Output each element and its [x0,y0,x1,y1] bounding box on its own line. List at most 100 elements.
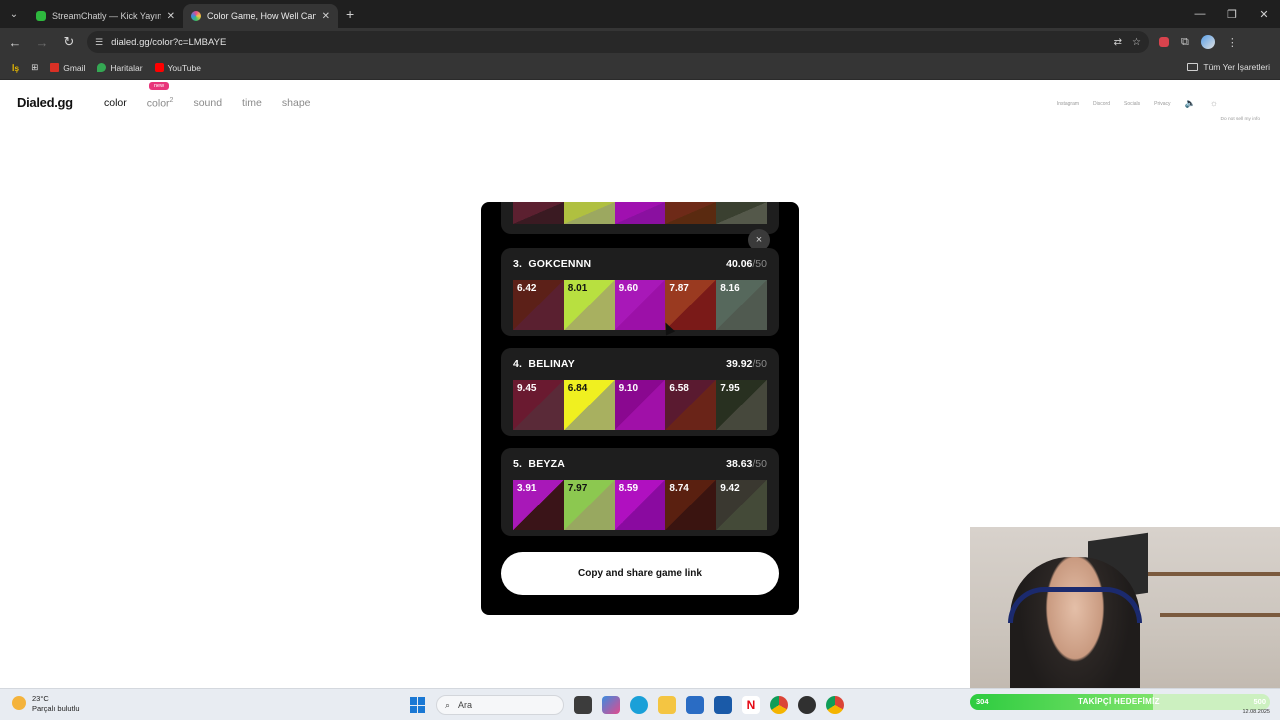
taskbar-search[interactable]: ⌕ Ara [436,695,564,715]
swatch-score: 9.60 [618,283,639,294]
gmail-icon [50,63,60,72]
obs-icon[interactable] [798,696,816,714]
color-swatch: 9.42 [716,480,767,530]
color-swatch: 9.10 [614,380,666,430]
site-logo[interactable]: Dialed.gg [17,95,73,110]
player-name: 5. BEYZA [513,458,566,470]
swatch-score: 8.59 [618,483,639,494]
extension-icon[interactable] [1159,37,1169,47]
bookmark-maps[interactable]: Haritalar [97,63,143,73]
color-swatch: 9.60 [614,280,666,330]
copilot-icon[interactable] [602,696,620,714]
follower-goal-bar: 304 TAKİPÇİ HEDEFİMİZ 500 [970,694,1270,710]
all-bookmarks[interactable]: Tüm Yer İşaretleri [1187,62,1270,72]
shelf [1160,613,1280,617]
calculator-icon[interactable] [714,696,732,714]
swatch-score: 9.10 [618,383,639,394]
player-card: 4. BELINAY 39.92/50 9.45 6.84 9.10 6.58 7.95 [501,348,779,436]
copy-share-link-button[interactable]: Copy and share game link [501,552,779,595]
tab-streamchatly[interactable]: StreamChatly — Kick Yayıncıları ✕ [28,4,183,28]
link-discord[interactable]: Discord [1093,101,1110,109]
chrome-icon[interactable] [770,696,788,714]
theme-sun-icon[interactable]: ☼ [1210,98,1218,109]
weather-widget[interactable]: 23°C Parçalı bulutlu [12,694,80,714]
tab-title: Color Game, How Well Can You [207,11,316,21]
profile-avatar-icon[interactable] [1200,35,1215,49]
windows-start-icon[interactable] [410,697,426,713]
swatch-row: 6.42 8.01 9.60 7.87 8.16 [513,280,767,330]
new-tab-button[interactable]: + [346,6,354,22]
close-tab-icon[interactable]: ✕ [167,11,175,22]
swatch-score: 7.87 [669,283,689,294]
link-privacy[interactable]: Privacy [1154,101,1170,109]
color-swatch [614,202,666,224]
weather-partly-cloudy-icon [12,696,26,710]
player-score: 38.63/50 [726,458,767,470]
netflix-icon[interactable]: N [742,696,760,714]
toolbar: ← → ↻ ☰ dialed.gg/color?c=LMBAYE ⇄ ☆ ⧉ ⋮ [0,28,1280,56]
translate-icon[interactable]: ⇄ [1114,37,1122,48]
player-score: 40.06/50 [726,258,767,270]
sound-icon[interactable]: 🔈 [1185,98,1196,109]
player-card: 3. GOKCENNN 40.06/50 6.42 8.01 9.60 7.87 8.1… [501,248,779,336]
reload-icon[interactable]: ↻ [57,30,81,54]
address-bar[interactable]: ☰ dialed.gg/color?c=LMBAYE ⇄ ☆ [87,31,1149,53]
color-swatch: 6.84 [563,380,615,430]
link-socials[interactable]: Socials [1124,101,1140,109]
swatch-score: 6.84 [567,383,588,394]
search-icon: ⌕ [445,699,451,710]
browser-menu-icon[interactable]: ⋮ [1227,36,1238,49]
nav-color[interactable]: color [104,97,127,110]
edge-icon[interactable] [630,696,648,714]
task-view-icon[interactable] [574,696,592,714]
player-score: 39.92/50 [726,358,767,370]
player-name: 4. BELINAY [513,358,575,370]
site-links: Instagram Discord Socials Privacy 🔈 ☼ [1057,98,1218,109]
color-swatch [513,202,564,224]
player-card: 5. BEYZA 38.63/50 3.91 7.97 8.59 8.74 9.42 [501,448,779,536]
apps-icon[interactable]: İş [12,63,19,73]
color-swatch: 8.01 [563,280,615,330]
color-swatch: 6.42 [513,280,564,330]
nav-color2[interactable]: color2 [147,97,174,110]
swatch-score: 7.97 [567,483,588,494]
file-explorer-icon[interactable] [658,696,676,714]
minimize-icon[interactable]: — [1184,0,1216,28]
bookmark-youtube[interactable]: YouTube [154,63,201,73]
back-icon[interactable]: ← [3,30,27,54]
player-card-partial [501,202,779,234]
dialed-favicon [191,11,201,21]
color-swatch: 9.45 [513,380,564,430]
extensions-puzzle-icon[interactable]: ⧉ [1181,36,1189,49]
tab-search-button[interactable]: ⌄ [0,0,28,28]
new-badge: new [149,82,170,90]
url-text: dialed.gg/color?c=LMBAYE [111,36,227,48]
tab-title: StreamChatly — Kick Yayıncıları [52,11,161,21]
swatch-score: 6.42 [517,283,537,294]
swatch-row-partial [513,202,767,224]
swatch-row: 9.45 6.84 9.10 6.58 7.95 [513,380,767,430]
bookmark-gmail[interactable]: Gmail [50,63,85,73]
nav-sound[interactable]: sound [193,97,222,110]
color-swatch: 8.16 [716,280,767,330]
site-info-icon[interactable]: ☰ [95,37,103,48]
close-tab-icon[interactable]: ✕ [322,11,330,22]
system-clock[interactable]: 12.08.2025 [1242,709,1270,715]
tab-color-game[interactable]: Color Game, How Well Can You ✕ [183,4,338,28]
close-window-icon[interactable]: ✕ [1248,0,1280,28]
nav-time[interactable]: time [242,97,262,110]
nav-shape[interactable]: shape [282,97,311,110]
link-instagram[interactable]: Instagram [1057,101,1079,109]
forward-icon[interactable]: → [30,30,54,54]
follower-count: 304 [976,697,989,706]
streamchatly-favicon [36,11,46,21]
grid-icon[interactable]: ⊞ [31,62,38,73]
restore-icon[interactable]: ❐ [1216,0,1248,28]
bookmark-star-icon[interactable]: ☆ [1132,37,1141,48]
color-swatch [563,202,615,224]
color-swatch: 8.59 [614,480,666,530]
store-icon[interactable] [686,696,704,714]
do-not-sell-link[interactable]: Do not sell my info [1221,117,1260,122]
color-swatch: 6.58 [665,380,717,430]
chrome-active-icon[interactable] [826,696,844,714]
